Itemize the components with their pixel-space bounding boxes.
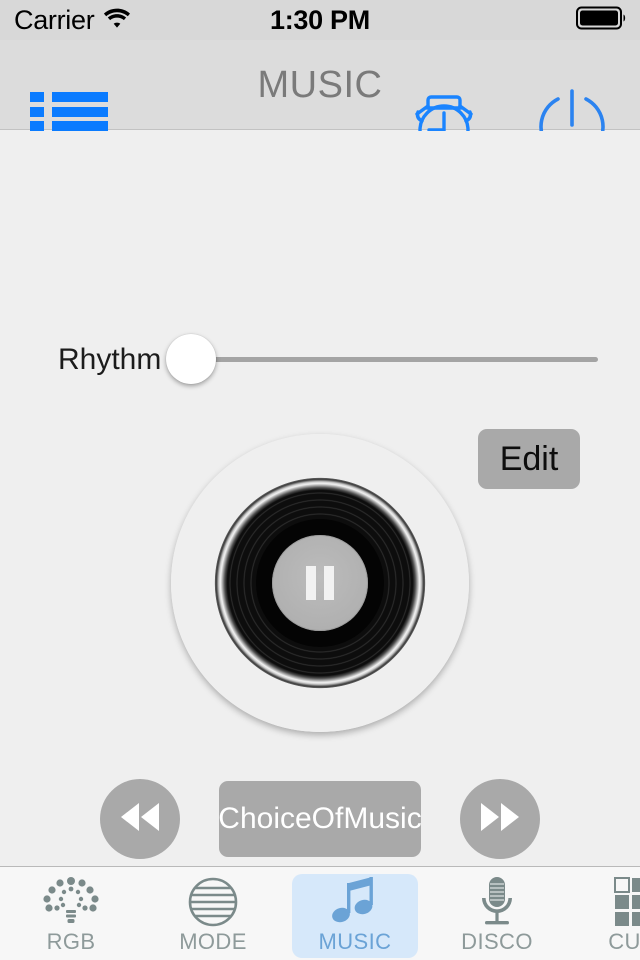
striped-circle-icon bbox=[188, 877, 238, 927]
tab-label-disco: DISCO bbox=[461, 928, 533, 954]
music-note-icon bbox=[332, 876, 378, 927]
main-content: Rhythm Edit ChoiceOfMusic bbox=[0, 131, 640, 960]
tab-cust[interactable]: CUST bbox=[568, 867, 640, 960]
fast-forward-icon bbox=[478, 800, 522, 839]
pause-icon-bar-left bbox=[306, 566, 316, 600]
tab-rgb[interactable]: RGB bbox=[0, 867, 142, 960]
next-track-button[interactable] bbox=[460, 779, 540, 859]
tab-label-cust: CUST bbox=[608, 928, 640, 954]
previous-track-button[interactable] bbox=[100, 779, 180, 859]
rewind-icon bbox=[118, 800, 162, 839]
rhythm-slider-thumb[interactable] bbox=[166, 334, 216, 384]
choice-of-music-field[interactable]: ChoiceOfMusic bbox=[219, 781, 421, 857]
edit-button[interactable]: Edit bbox=[478, 429, 580, 489]
status-bar: Carrier 1:30 PM bbox=[0, 0, 640, 40]
rhythm-label: Rhythm bbox=[58, 343, 162, 376]
navigation-bar: MUSIC bbox=[0, 40, 640, 166]
tab-music[interactable]: MUSIC bbox=[284, 867, 426, 960]
lightbulb-dots-icon bbox=[43, 876, 99, 927]
tab-label-mode: MODE bbox=[179, 928, 247, 954]
play-pause-button[interactable] bbox=[272, 535, 368, 631]
pause-icon-bar-right bbox=[324, 566, 334, 600]
status-bar-right bbox=[576, 0, 628, 40]
microphone-icon bbox=[477, 876, 517, 927]
tab-mode[interactable]: MODE bbox=[142, 867, 284, 960]
grid-icon bbox=[614, 876, 640, 927]
tab-bar: RGB MODE MUSIC DISCO CU bbox=[0, 866, 640, 960]
tab-disco[interactable]: DISCO bbox=[426, 867, 568, 960]
tab-label-music: MUSIC bbox=[318, 928, 392, 954]
tab-label-rgb: RGB bbox=[46, 928, 96, 954]
app-root: Carrier 1:30 PM MUSIC Rhythm Edit Choice… bbox=[0, 0, 640, 960]
vinyl-record-player[interactable] bbox=[171, 434, 469, 739]
battery-full-icon bbox=[576, 5, 628, 36]
status-bar-time: 1:30 PM bbox=[270, 4, 370, 35]
rhythm-slider-track[interactable] bbox=[200, 357, 598, 362]
